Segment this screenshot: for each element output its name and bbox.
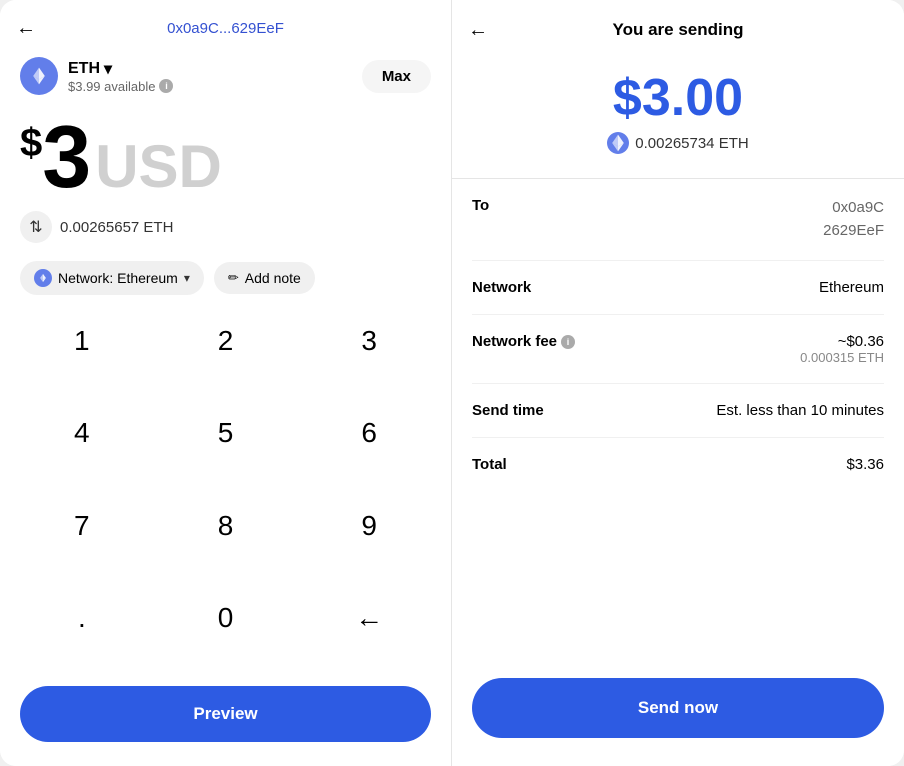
left-header: ← 0x0a9C...629EeF — [0, 0, 451, 49]
add-note-button[interactable]: ✏ Add note — [214, 262, 315, 294]
max-button[interactable]: Max — [362, 60, 431, 93]
numpad-key-9[interactable]: 9 — [297, 492, 441, 560]
amount-display: $ 3 USD — [0, 103, 451, 205]
token-text: ETH ▾ $3.99 available i — [68, 59, 173, 94]
send-eth-icon — [607, 132, 629, 154]
network-label: Network: Ethereum — [58, 270, 178, 286]
numpad-key-1[interactable]: 1 — [10, 307, 154, 375]
numpad-key-8[interactable]: 8 — [154, 492, 298, 560]
token-info: ETH ▾ $3.99 available i — [20, 57, 173, 95]
numpad-key-4[interactable]: 4 — [10, 399, 154, 467]
numpad-key-7[interactable]: 7 — [10, 492, 154, 560]
fee-row: Network fee i ~$0.36 0.000315 ETH — [472, 315, 884, 384]
network-detail-value: Ethereum — [819, 279, 884, 296]
add-note-label: Add note — [245, 270, 301, 286]
right-panel: ← You are sending $3.00 0.00265734 ETH — [452, 0, 904, 766]
amount-currency: USD — [95, 137, 222, 197]
total-label: Total — [472, 456, 507, 473]
numpad-key-2[interactable]: 2 — [154, 307, 298, 375]
balance-info-icon[interactable]: i — [159, 79, 173, 93]
back-button-left[interactable]: ← — [16, 17, 36, 40]
send-dollar-amount: $3.00 — [613, 72, 743, 124]
fee-usd: ~$0.36 — [838, 333, 884, 350]
token-balance: $3.99 available i — [68, 79, 173, 94]
token-row: ETH ▾ $3.99 available i Max — [0, 49, 451, 103]
to-row: To 0x0a9C 2629EeF — [472, 179, 884, 261]
details-section: To 0x0a9C 2629EeF Network Ethereum Netwo… — [452, 179, 904, 668]
time-row: Send time Est. less than 10 minutes — [472, 384, 884, 438]
send-now-button[interactable]: Send now — [472, 678, 884, 738]
sending-title: You are sending — [613, 20, 744, 40]
options-row: Network: Ethereum ▾ ✏ Add note — [0, 249, 451, 307]
fee-label: Network fee — [472, 333, 557, 350]
numpad-key-dot[interactable]: . — [10, 584, 154, 652]
fee-eth: 0.000315 ETH — [800, 350, 884, 365]
address-label: 0x0a9C...629EeF — [167, 20, 284, 37]
network-chevron-icon: ▾ — [184, 271, 190, 285]
eth-icon — [20, 57, 58, 95]
amount-number: 3 — [42, 113, 91, 201]
to-address: 0x0a9C 2629EeF — [823, 197, 884, 242]
fee-info-icon[interactable]: i — [561, 335, 575, 349]
fee-value: ~$0.36 0.000315 ETH — [800, 333, 884, 365]
conversion-text: 0.00265657 ETH — [60, 219, 173, 236]
send-amount-section: $3.00 0.00265734 ETH — [452, 52, 904, 179]
token-name[interactable]: ETH ▾ — [68, 59, 173, 79]
numpad: 123 456 789.0← — [0, 307, 451, 676]
network-row: Network Ethereum — [472, 261, 884, 315]
left-panel: ← 0x0a9C...629EeF ETH ▾ — [0, 0, 452, 766]
numpad-key-backspace[interactable]: ← — [297, 584, 441, 652]
right-header: ← You are sending — [452, 0, 904, 52]
token-dropdown-icon: ▾ — [104, 59, 112, 79]
numpad-key-0[interactable]: 0 — [154, 584, 298, 652]
network-button[interactable]: Network: Ethereum ▾ — [20, 261, 204, 295]
network-detail-label: Network — [472, 279, 531, 296]
swap-icon-button[interactable]: ⇅ — [20, 211, 52, 243]
network-eth-icon — [34, 269, 52, 287]
time-value: Est. less than 10 minutes — [716, 402, 884, 419]
numpad-key-3[interactable]: 3 — [297, 307, 441, 375]
send-eth-text: 0.00265734 ETH — [635, 135, 748, 152]
total-value: $3.36 — [846, 456, 884, 473]
numpad-key-5[interactable]: 5 — [154, 399, 298, 467]
conversion-row: ⇅ 0.00265657 ETH — [0, 205, 451, 249]
dollar-sign: $ — [20, 121, 42, 166]
pencil-icon: ✏ — [228, 270, 239, 286]
to-label: To — [472, 197, 489, 214]
total-row: Total $3.36 — [472, 438, 884, 491]
back-button-right[interactable]: ← — [468, 19, 488, 42]
preview-button[interactable]: Preview — [20, 686, 431, 742]
numpad-key-6[interactable]: 6 — [297, 399, 441, 467]
time-label: Send time — [472, 402, 544, 419]
send-eth-row: 0.00265734 ETH — [607, 132, 748, 154]
fee-label-row: Network fee i — [472, 333, 575, 350]
